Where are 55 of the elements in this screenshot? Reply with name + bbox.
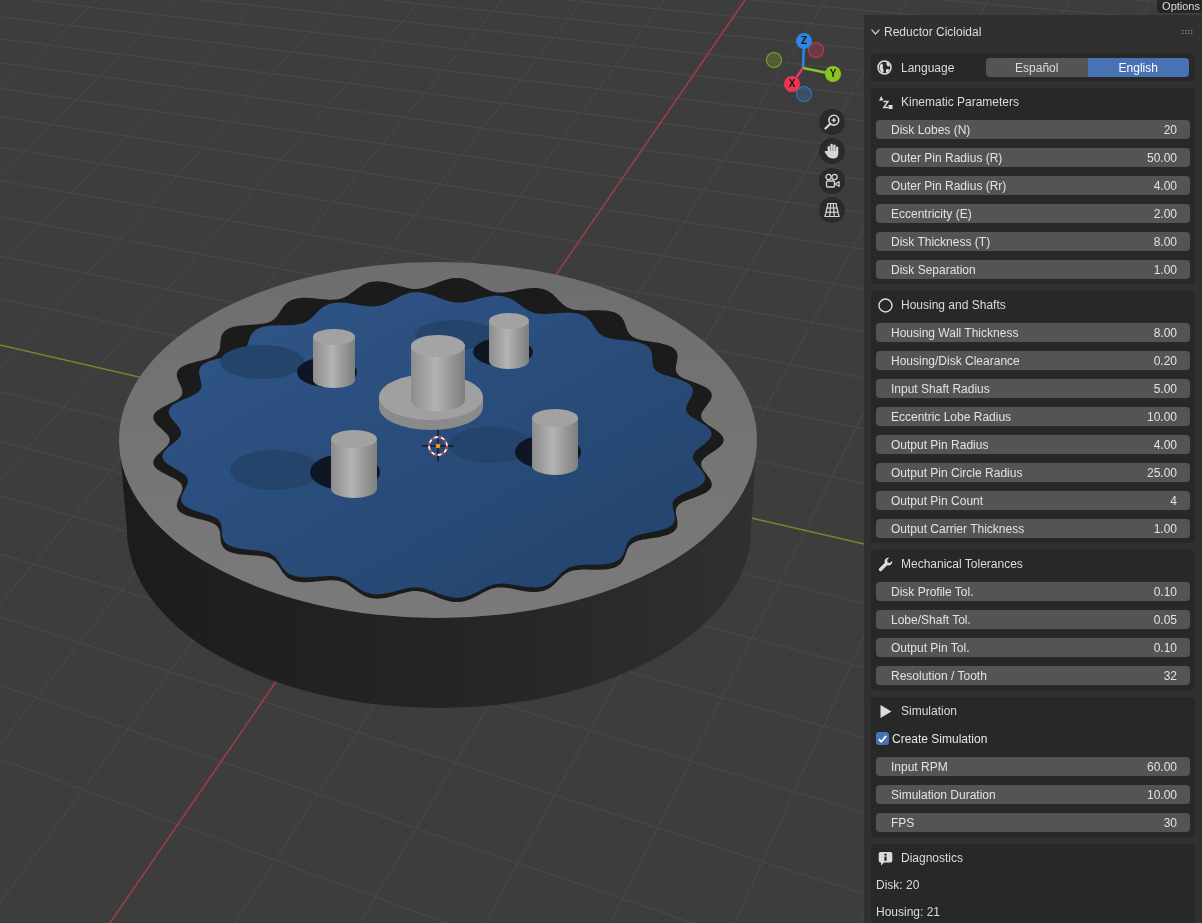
globe-icon [877, 60, 892, 75]
language-label: Language [901, 60, 955, 75]
circle-icon [878, 297, 893, 313]
grid-icon [824, 202, 840, 218]
shapes-icon [878, 94, 893, 110]
output-pin [532, 409, 578, 475]
checkbox[interactable] [876, 732, 889, 745]
zoom-icon [824, 114, 840, 130]
camera-icon [824, 173, 840, 189]
number-field[interactable]: Eccentricity (E) 2.00 [876, 204, 1190, 223]
output-pin [331, 430, 377, 498]
language-option[interactable]: Español [986, 58, 1088, 77]
drag-handle-icon[interactable] [1182, 30, 1193, 34]
number-field[interactable]: Output Carrier Thickness 1.00 [876, 519, 1190, 538]
chevron-icon[interactable] [871, 29, 880, 35]
number-field[interactable]: Output Pin Tol. 0.10 [876, 638, 1190, 657]
negative-axis-handle[interactable] [796, 86, 812, 102]
panel-title[interactable]: Reductor Cicloidal [884, 25, 982, 39]
section-title: Kinematic Parameters [901, 95, 1020, 109]
number-field[interactable]: Disk Profile Tol. 0.10 [876, 582, 1190, 601]
section-title: Mechanical Tolerances [901, 557, 1023, 571]
wrench-icon [878, 556, 893, 572]
hand-icon [824, 143, 840, 159]
negative-axis-handle[interactable] [766, 52, 782, 68]
section-title: Diagnostics [901, 851, 964, 865]
language-option[interactable]: English [1087, 58, 1189, 77]
number-field[interactable]: Disk Thickness (T) 8.00 [876, 232, 1190, 251]
number-field[interactable]: Input RPM 60.00 [876, 757, 1190, 776]
diagnostic-text: Housing: 21 [876, 905, 941, 919]
number-field[interactable]: Outer Pin Radius (R) 50.00 [876, 148, 1190, 167]
number-field[interactable]: Lobe/Shaft Tol. 0.05 [876, 610, 1190, 629]
number-field[interactable]: Resolution / Tooth 32 [876, 666, 1190, 685]
section-title: Housing and Shafts [901, 298, 1006, 312]
number-field[interactable]: Simulation Duration 10.00 [876, 785, 1190, 804]
section-title: Simulation [901, 704, 958, 718]
options-button[interactable]: Options [1157, 0, 1202, 13]
number-field[interactable]: Input Shaft Radius 5.00 [876, 379, 1190, 398]
play-icon [878, 703, 893, 719]
crosshair-icon [421, 429, 455, 463]
number-field[interactable]: Outer Pin Radius (Rr) 4.00 [876, 176, 1190, 195]
output-pin [313, 329, 355, 388]
info-icon [878, 850, 893, 866]
number-field[interactable]: Housing/Disk Clearance 0.20 [876, 351, 1190, 370]
checkmark-icon [878, 734, 887, 743]
number-field[interactable]: Output Pin Count 4 [876, 491, 1190, 510]
diagnostic-text: Disk: 20 [876, 878, 920, 892]
number-field[interactable]: Output Pin Circle Radius 25.00 [876, 463, 1190, 482]
number-field[interactable]: Disk Lobes (N) 20 [876, 120, 1190, 139]
number-field[interactable]: FPS 30 [876, 813, 1190, 832]
number-field[interactable]: Output Pin Radius 4.00 [876, 435, 1190, 454]
output-pin [489, 313, 529, 369]
number-field[interactable]: Housing Wall Thickness 8.00 [876, 323, 1190, 342]
number-field[interactable]: Eccentric Lobe Radius 10.00 [876, 407, 1190, 426]
number-field[interactable]: Disk Separation 1.00 [876, 260, 1190, 279]
checkbox-label[interactable]: Create Simulation [892, 731, 988, 746]
